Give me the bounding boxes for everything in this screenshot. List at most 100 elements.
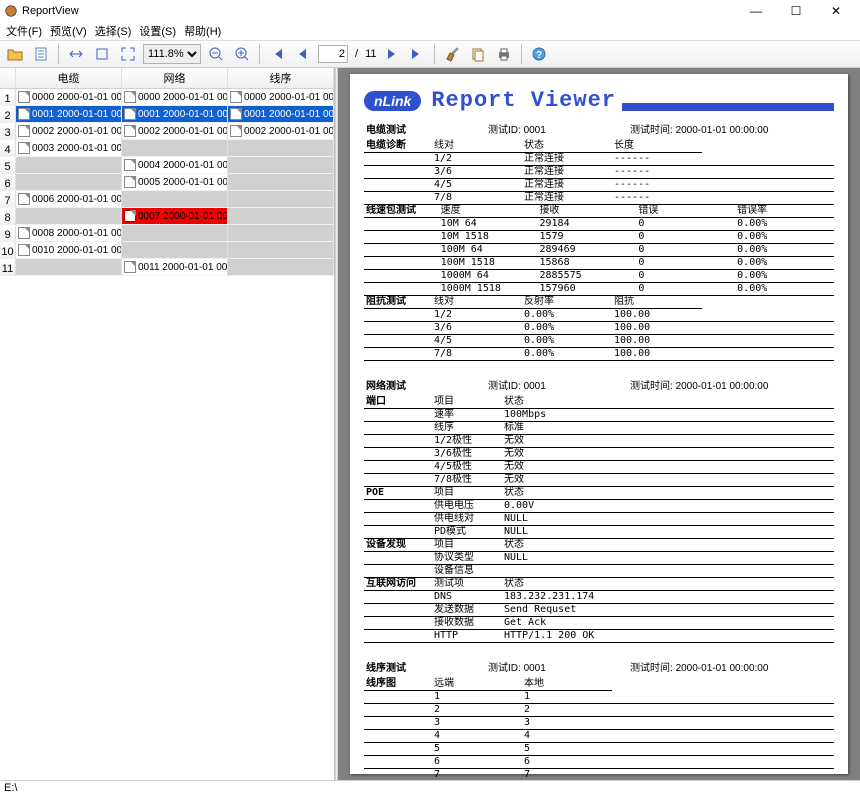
status-path: E:\: [4, 782, 17, 797]
grid-cell[interactable]: [228, 140, 334, 157]
grid-cell[interactable]: 0002 2000-01-01 00:00:00: [228, 123, 334, 140]
title-bar-decoration: [622, 103, 834, 111]
fit-page-button[interactable]: [91, 43, 113, 65]
grid-cell[interactable]: [122, 140, 228, 157]
next-page-button[interactable]: [380, 43, 402, 65]
app-icon: [4, 4, 18, 18]
row-header[interactable]: 7: [0, 191, 16, 208]
row-header[interactable]: 5: [0, 157, 16, 174]
grid-corner: [0, 68, 16, 88]
page-separator: /: [352, 48, 361, 60]
table-row[interactable]: 90008 2000-01-01 00:00:00: [0, 225, 334, 242]
table-row[interactable]: 5 0004 2000-01-01 00:00:00: [0, 157, 334, 174]
close-button[interactable]: ✕: [816, 0, 856, 22]
grid-cell[interactable]: 0001 2000-01-01 00:00:00: [16, 106, 122, 123]
menu-file[interactable]: 文件(F): [2, 21, 46, 41]
table-row[interactable]: 10000 2000-01-01 00:00:000000 2000-01-01…: [0, 89, 334, 106]
row-header[interactable]: 11: [0, 259, 16, 276]
grid-cell[interactable]: [228, 259, 334, 276]
grid-cell[interactable]: 0005 2000-01-01 00:00:00: [122, 174, 228, 191]
grid-cell[interactable]: [228, 242, 334, 259]
grid-cell[interactable]: 0000 2000-01-01 00:00:00: [122, 89, 228, 106]
grid-cell[interactable]: 0003 2000-01-01 00:00:00: [16, 140, 122, 157]
svg-text:?: ?: [536, 50, 542, 61]
zoom-in-button[interactable]: [231, 43, 253, 65]
fit-width-button[interactable]: [65, 43, 87, 65]
zoom-select[interactable]: 111.8%: [143, 44, 201, 64]
table-row[interactable]: 8 0007 2000-01-01 00:00:00: [0, 208, 334, 225]
row-header[interactable]: 2: [0, 106, 16, 123]
grid-cell[interactable]: 0002 2000-01-01 00:00:00: [16, 123, 122, 140]
preview-pane[interactable]: nLink Report Viewer 电缆测试 测试ID: 0001 测试时间…: [338, 68, 860, 780]
toolbar: 111.8% / 11 ?: [0, 40, 860, 68]
grid-cell[interactable]: [122, 191, 228, 208]
row-header[interactable]: 10: [0, 242, 16, 259]
menu-settings[interactable]: 设置(S): [135, 21, 180, 41]
row-header[interactable]: 6: [0, 174, 16, 191]
grid-header-network[interactable]: 网络: [122, 68, 228, 88]
menu-preview[interactable]: 预览(V): [46, 21, 91, 41]
row-header[interactable]: 9: [0, 225, 16, 242]
document-icon: [18, 227, 30, 239]
report-title: Report Viewer: [431, 88, 616, 113]
grid-cell[interactable]: [228, 225, 334, 242]
table-row[interactable]: 6 0005 2000-01-01 00:00:00: [0, 174, 334, 191]
window-titlebar: ReportView — ☐ ✕: [0, 0, 860, 22]
maximize-button[interactable]: ☐: [776, 0, 816, 22]
grid-cell[interactable]: 0000 2000-01-01 00:00:00: [228, 89, 334, 106]
grid-cell[interactable]: 0002 2000-01-01 00:00:00: [122, 123, 228, 140]
grid-cell[interactable]: 0007 2000-01-01 00:00:00: [122, 208, 228, 225]
grid-header-cable[interactable]: 电缆: [16, 68, 122, 88]
grid-cell[interactable]: [228, 191, 334, 208]
cable-diagnosis-table: 电缆诊断线对状态长度1/2正常连接------3/6正常连接------4/5正…: [364, 140, 834, 205]
grid-cell[interactable]: 0001 2000-01-01 00:00:00: [228, 106, 334, 123]
menu-bar: 文件(F) 预览(V) 选择(S) 设置(S) 帮助(H): [0, 22, 860, 40]
grid-cell[interactable]: [16, 174, 122, 191]
document-icon: [124, 159, 136, 171]
table-row[interactable]: 70006 2000-01-01 00:00:00: [0, 191, 334, 208]
grid-cell[interactable]: [122, 225, 228, 242]
document-icon: [124, 176, 136, 188]
grid-cell[interactable]: 0000 2000-01-01 00:00:00: [16, 89, 122, 106]
grid-cell[interactable]: [16, 157, 122, 174]
prev-page-button[interactable]: [292, 43, 314, 65]
grid-cell[interactable]: [16, 208, 122, 225]
first-page-button[interactable]: [266, 43, 288, 65]
row-header[interactable]: 3: [0, 123, 16, 140]
table-row[interactable]: 30002 2000-01-01 00:00:000002 2000-01-01…: [0, 123, 334, 140]
menu-help[interactable]: 帮助(H): [180, 21, 225, 41]
grid-cell[interactable]: 0008 2000-01-01 00:00:00: [16, 225, 122, 242]
grid-header-wiremap[interactable]: 线序: [228, 68, 334, 88]
last-page-button[interactable]: [406, 43, 428, 65]
grid-cell[interactable]: 0001 2000-01-01 00:00:00: [122, 106, 228, 123]
page-number-input[interactable]: [318, 45, 348, 63]
grid-cell[interactable]: 0010 2000-01-01 00:00:00: [16, 242, 122, 259]
grid-cell[interactable]: 0011 2000-01-01 00:00:00: [122, 259, 228, 276]
open-folder-button[interactable]: [4, 43, 26, 65]
grid-cell[interactable]: [16, 259, 122, 276]
table-row[interactable]: 11 0011 2000-01-01 00:00:00: [0, 259, 334, 276]
row-header[interactable]: 1: [0, 89, 16, 106]
document-button[interactable]: [30, 43, 52, 65]
zoom-out-button[interactable]: [205, 43, 227, 65]
grid-cell[interactable]: [228, 157, 334, 174]
copy-button[interactable]: [467, 43, 489, 65]
grid-cell[interactable]: [122, 242, 228, 259]
table-row[interactable]: 100010 2000-01-01 00:00:00: [0, 242, 334, 259]
document-icon: [18, 91, 30, 103]
fullscreen-button[interactable]: [117, 43, 139, 65]
grid-cell[interactable]: [228, 208, 334, 225]
grid-cell[interactable]: 0006 2000-01-01 00:00:00: [16, 191, 122, 208]
document-icon: [18, 244, 30, 256]
row-header[interactable]: 4: [0, 140, 16, 157]
table-row[interactable]: 40003 2000-01-01 00:00:00: [0, 140, 334, 157]
grid-cell[interactable]: [228, 174, 334, 191]
row-header[interactable]: 8: [0, 208, 16, 225]
print-button[interactable]: [493, 43, 515, 65]
help-button[interactable]: ?: [528, 43, 550, 65]
table-row[interactable]: 20001 2000-01-01 00:00:000001 2000-01-01…: [0, 106, 334, 123]
minimize-button[interactable]: —: [736, 0, 776, 22]
grid-cell[interactable]: 0004 2000-01-01 00:00:00: [122, 157, 228, 174]
brush-button[interactable]: [441, 43, 463, 65]
menu-select[interactable]: 选择(S): [91, 21, 136, 41]
